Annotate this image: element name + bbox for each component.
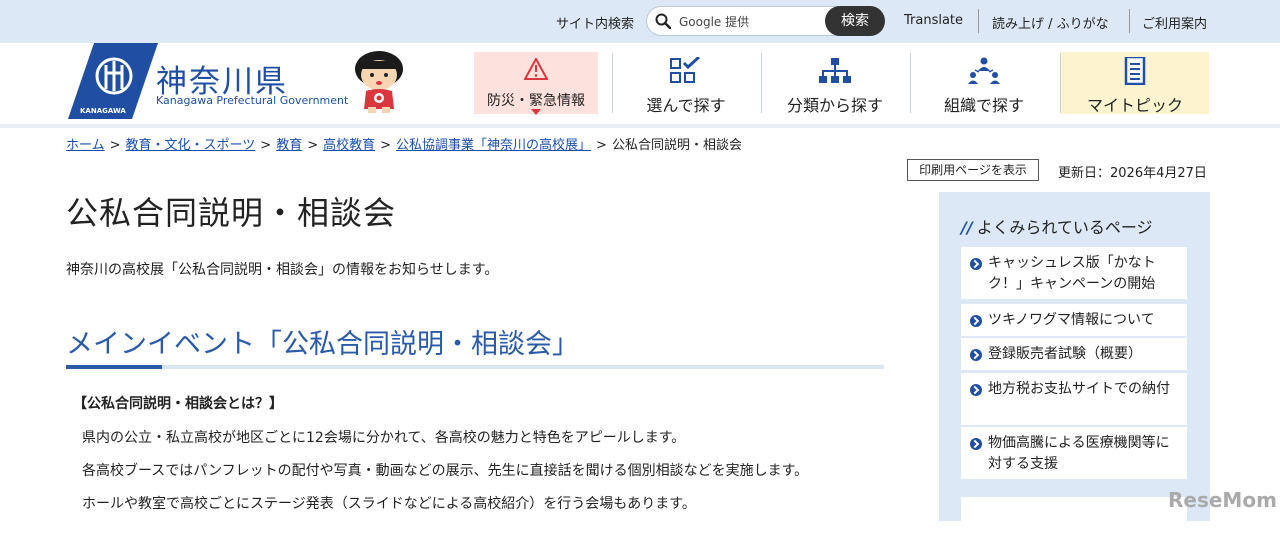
popular-page-link[interactable]: 地方税お支払サイトでの納付: [961, 373, 1187, 425]
updated-date: 更新日：2026年4月27日: [1058, 166, 1207, 181]
nav-label: 防災・緊急情報: [487, 93, 585, 109]
breadcrumb-home[interactable]: ホーム: [66, 138, 105, 153]
section-title: メインイベント「公私合同説明・相談会」: [66, 329, 579, 360]
kanagawa-emblem-icon[interactable]: KANAGAWA: [68, 43, 158, 119]
breadcrumb-separator: >: [109, 138, 121, 153]
breadcrumb-current: 公私合同説明・相談会: [611, 138, 742, 153]
nav-disaster-emergency[interactable]: 防災・緊急情報: [474, 52, 598, 115]
section-underline: [66, 365, 884, 369]
popular-page-link[interactable]: ツキノワグマ情報について: [961, 304, 1187, 336]
logo-subtitle: Kanagawa Prefectural Government: [156, 94, 349, 107]
search-input[interactable]: [677, 12, 831, 32]
nav-my-topic[interactable]: マイトピック: [1061, 52, 1209, 115]
breadcrumb-high-school-education[interactable]: 高校教育: [323, 138, 375, 153]
warning-icon: [524, 58, 548, 80]
divider: [1129, 9, 1130, 33]
popular-page-link[interactable]: キャッシュレス版「かなトク！」キャンペーンの開始: [961, 247, 1187, 299]
slash-icon: //: [961, 218, 973, 237]
chevron-right-icon: [970, 258, 982, 270]
hierarchy-icon: [819, 58, 851, 83]
paragraph: ホールや教室で高校ごとにステージ発表（スライドなどによる高校紹介）を行う会場もあ…: [82, 496, 696, 512]
organization-icon: [968, 57, 1000, 84]
translate-link[interactable]: Translate: [904, 13, 963, 28]
document-icon: [1124, 57, 1146, 85]
breadcrumb: ホーム > 教育・文化・スポーツ > 教育 > 高校教育 > 公私協調事業「神奈川の高校展」 > 公…: [66, 134, 742, 153]
section-underline-accent: [66, 365, 162, 369]
intro-text: 神奈川の高校展「公私合同説明・相談会」の情報をお知らせします。: [66, 262, 499, 278]
chevron-down-icon: [531, 109, 541, 115]
chevron-right-icon: [970, 315, 982, 327]
guide-link[interactable]: ご利用案内: [1142, 13, 1207, 32]
popular-pages-title: //よくみられているページ: [961, 218, 1153, 237]
nav-label: 組織で探す: [943, 96, 1024, 115]
reading-furigana-link[interactable]: 読み上げ / ふりがな: [992, 13, 1109, 32]
utility-bar: サイト内検索 検索 Translate 読み上げ / ふりがな ご利用案内: [0, 0, 1280, 43]
page-title: 公私合同説明・相談会: [66, 194, 397, 232]
chevron-right-icon: [970, 349, 982, 361]
popular-page-link[interactable]: 登録販売者試験（概要）: [961, 338, 1187, 370]
paragraph: 県内の公立・私立高校が地区ごとに12会場に分かれて、各高校の魅力と特色をアピール…: [82, 430, 686, 446]
site-search-label: サイト内検索: [556, 17, 635, 32]
divider: [978, 9, 979, 33]
popular-page-link[interactable]: 物価高騰による医療機関等に対する支援: [961, 427, 1187, 479]
breadcrumb-high-school-fair[interactable]: 公私協調事業「神奈川の高校展」: [396, 138, 591, 153]
resemom-watermark: ReseMom: [1168, 488, 1277, 512]
checklist-icon: [670, 57, 701, 83]
breadcrumb-education[interactable]: 教育: [276, 138, 302, 153]
nav-label: マイトピック: [1086, 96, 1183, 115]
chevron-right-icon: [970, 438, 982, 450]
mascot-kanagawa-character-icon: [355, 51, 403, 113]
breadcrumb-separator: >: [307, 138, 319, 153]
subheading: 【公私合同説明・相談会とは？】: [73, 396, 283, 412]
print-page-button[interactable]: 印刷用ページを表示: [907, 159, 1039, 181]
breadcrumb-separator: >: [260, 138, 272, 153]
search-button[interactable]: 検索: [825, 6, 885, 36]
svg-text:KANAGAWA: KANAGAWA: [80, 107, 126, 115]
nav-label: 選んで探す: [646, 96, 726, 115]
nav-choose-search[interactable]: 選んで探す: [612, 52, 760, 115]
breadcrumb-separator: >: [380, 138, 392, 153]
site-header: KANAGAWA 神奈川県 Kanagawa Prefectural Gover…: [0, 43, 1280, 128]
search-icon: [655, 13, 671, 29]
nav-label: 分類から探す: [786, 96, 883, 115]
nav-category-search[interactable]: 分類から探す: [761, 52, 909, 115]
paragraph: 各高校ブースではパンフレットの配付や写真・動画などの展示、先生に直接話を聞ける個…: [82, 463, 809, 479]
nav-organization-search[interactable]: 組織で探す: [910, 52, 1058, 115]
popular-pages-panel: //よくみられているページ キャッシュレス版「かなトク！」キャンペーンの開始 ツ…: [939, 192, 1210, 537]
breadcrumb-education-culture-sports[interactable]: 教育・文化・スポーツ: [126, 138, 256, 153]
breadcrumb-separator: >: [596, 138, 607, 153]
chevron-right-icon: [970, 384, 982, 396]
panel-next-item: [961, 497, 1187, 537]
